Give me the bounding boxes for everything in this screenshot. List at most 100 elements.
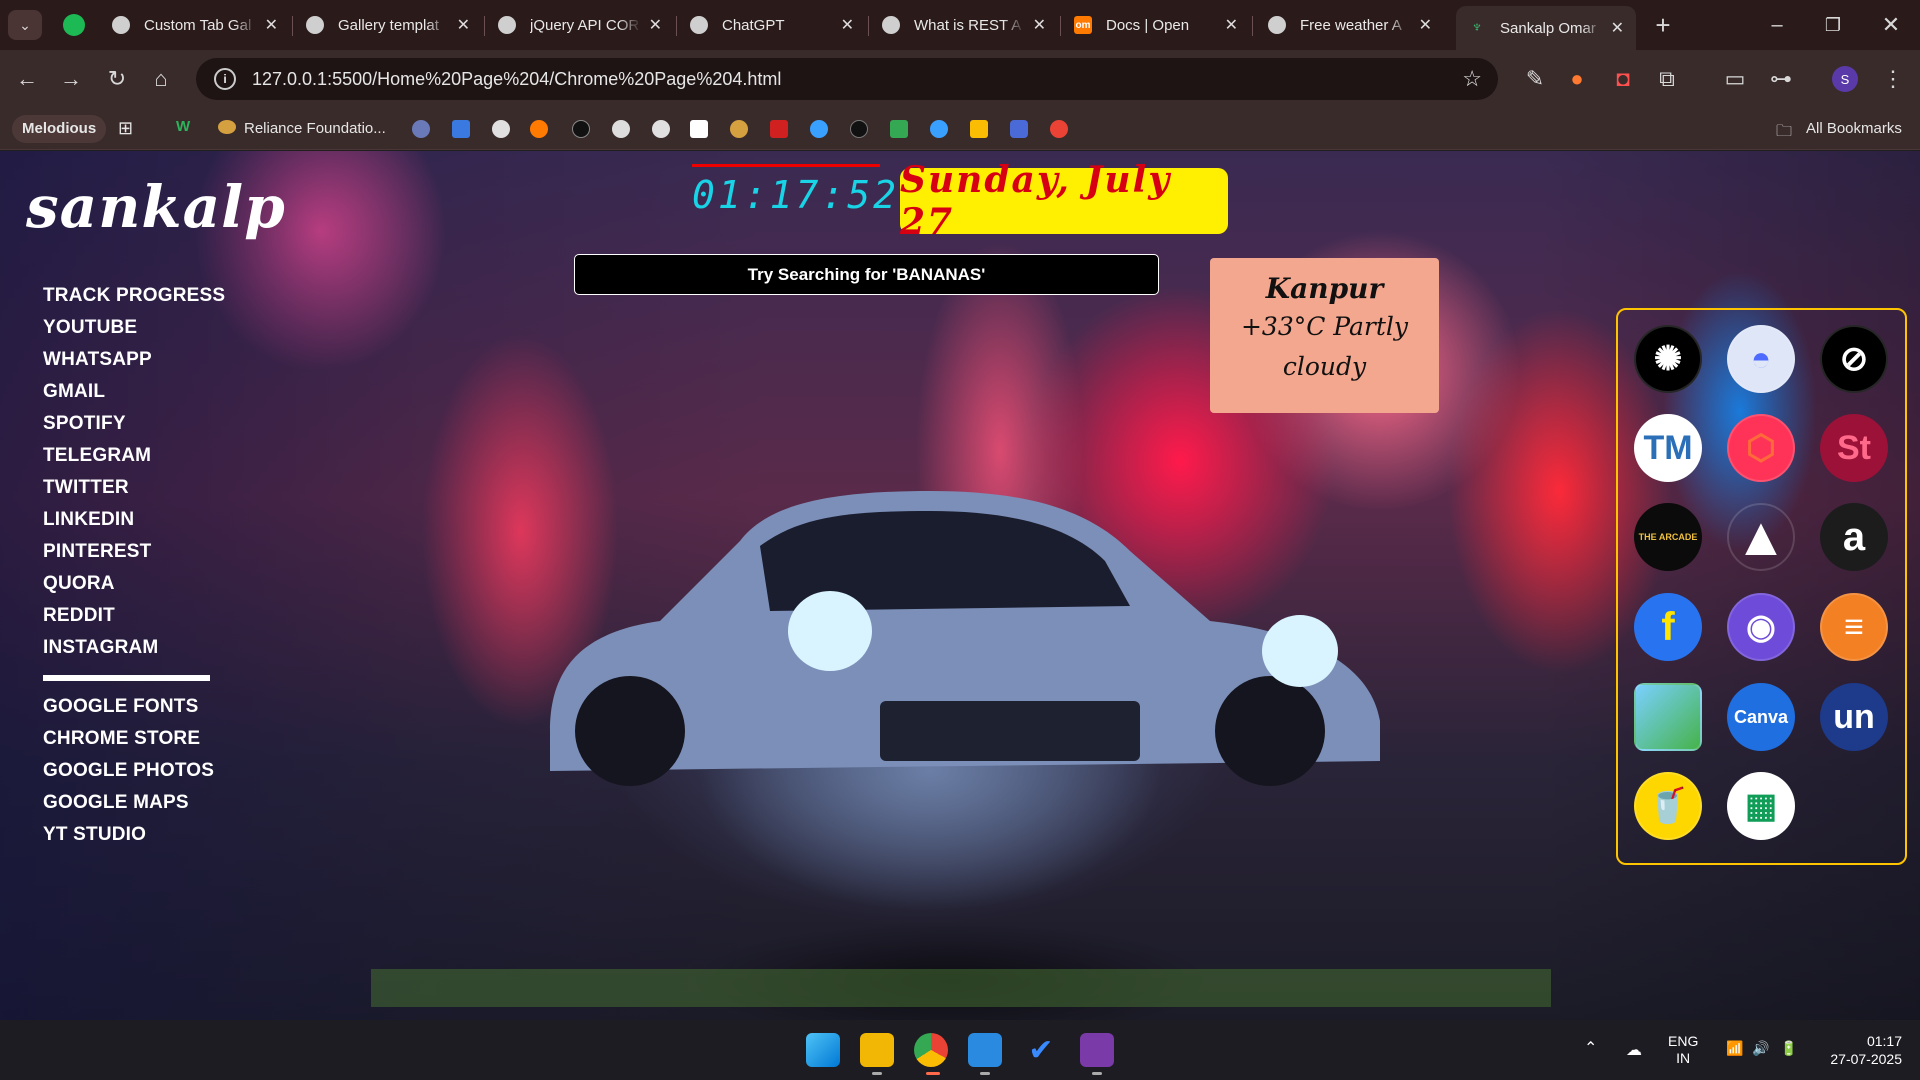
shield-icon[interactable] [1010, 120, 1028, 138]
tab-search-button[interactable]: ⌄ [8, 10, 42, 40]
extension-icon[interactable]: ✎ [1520, 64, 1550, 94]
nav-link[interactable]: SPOTIFY [43, 413, 225, 445]
nav-link[interactable]: LINKEDIN [43, 509, 225, 541]
nav-link[interactable]: GOOGLE FONTS [43, 696, 214, 728]
nav-link[interactable]: WHATSAPP [43, 349, 225, 381]
amazon-icon[interactable]: a [1820, 503, 1888, 571]
language-indicator[interactable]: ENG IN [1668, 1033, 1698, 1067]
spotify-bookmark-icon[interactable] [572, 120, 590, 138]
chrome-icon[interactable] [914, 1033, 948, 1067]
windows-start-icon[interactable] [806, 1033, 840, 1067]
vscode-icon[interactable] [968, 1033, 1002, 1067]
globe-icon[interactable] [652, 120, 670, 138]
typingmaster-icon[interactable]: TM [1634, 414, 1702, 482]
bookmark-icon[interactable] [612, 120, 630, 138]
bookmark-icon[interactable] [810, 120, 828, 138]
google-photos-icon[interactable]: ▣ [1634, 683, 1702, 751]
tab-7[interactable]: Free weather A ✕ [1256, 6, 1444, 44]
wifi-icon[interactable]: 📶 [1726, 1040, 1743, 1057]
deepseek-icon[interactable]: ◓ [1727, 325, 1795, 393]
google-drive-icon[interactable] [970, 120, 988, 138]
site-info-icon[interactable]: i [214, 68, 236, 90]
nav-link[interactable]: YT STUDIO [43, 824, 214, 856]
bookmark-icon[interactable] [412, 120, 430, 138]
github-icon[interactable]: ◉ [1727, 593, 1795, 661]
nav-link[interactable]: INSTAGRAM [43, 637, 225, 669]
tab-3[interactable]: jQuery API COR ✕ [486, 6, 674, 44]
chatgpt-icon[interactable]: ✺ [1634, 325, 1702, 393]
nav-link[interactable]: TWITTER [43, 477, 225, 509]
home-button[interactable]: ⌂ [146, 64, 176, 94]
tab-5[interactable]: What is REST A ✕ [870, 6, 1058, 44]
nav-link[interactable]: GOOGLE PHOTOS [43, 760, 214, 792]
file-explorer-icon[interactable] [860, 1033, 894, 1067]
bookmark-icon[interactable] [730, 120, 748, 138]
tab-6[interactable]: om Docs | Open ✕ [1062, 6, 1250, 44]
nav-link[interactable]: YOUTUBE [43, 317, 225, 349]
close-window-button[interactable]: ✕ [1876, 10, 1906, 40]
nav-link[interactable]: TELEGRAM [43, 445, 225, 477]
bookmark-icon[interactable] [770, 120, 788, 138]
close-icon[interactable]: ✕ [1225, 15, 1238, 35]
minimize-button[interactable]: – [1762, 10, 1792, 40]
onedrive-icon[interactable]: ☁ [1626, 1040, 1642, 1060]
maximize-button[interactable]: ❐ [1818, 10, 1848, 40]
codepen-icon[interactable]: ⬡ [1727, 414, 1795, 482]
clock-area[interactable]: 01:17 27-07-2025 [1816, 1032, 1902, 1068]
close-icon[interactable]: ✕ [457, 15, 470, 35]
address-bar[interactable]: i 127.0.0.1:5500/Home%20Page%204/Chrome%… [196, 58, 1498, 100]
close-icon[interactable]: ✕ [1419, 15, 1432, 35]
star-icon[interactable]: ☆ [1462, 66, 1482, 92]
nav-link[interactable]: CHROME STORE [43, 728, 214, 760]
nav-link[interactable]: TRACK PROGRESS [43, 285, 225, 317]
volume-icon[interactable]: 🔊 [1752, 1040, 1769, 1057]
tab-8[interactable]: ♆ Sankalp Omar ✕ [1456, 6, 1636, 50]
close-icon[interactable]: ✕ [1033, 15, 1046, 35]
tab-1[interactable]: Custom Tab Gal ✕ [100, 6, 290, 44]
chevron-up-icon[interactable]: ⌃ [1584, 1038, 1597, 1058]
google-sheets-icon[interactable]: ▦ [1727, 772, 1795, 840]
onenote-icon[interactable] [1080, 1033, 1114, 1067]
screenshot-extension-icon[interactable]: ◘ [1608, 64, 1638, 94]
profile-avatar[interactable]: S [1832, 66, 1858, 92]
menu-kebab-icon[interactable]: ⋮ [1878, 64, 1908, 94]
puzzle-icon[interactable]: ⧉ [1652, 64, 1682, 94]
bookmark-reliance-foundation[interactable]: Reliance Foundatio... [244, 120, 386, 137]
nav-link[interactable]: GMAIL [43, 381, 225, 413]
reload-button[interactable]: ↻ [102, 64, 132, 94]
nav-link[interactable]: PINTEREST [43, 541, 225, 573]
tab-4[interactable]: ChatGPT ✕ [678, 6, 866, 44]
bookmark-icon[interactable] [452, 120, 470, 138]
spotify-pinned-tab[interactable] [63, 14, 85, 36]
forward-button[interactable]: → [56, 64, 86, 94]
google-drive-icon[interactable] [890, 120, 908, 138]
apps-grid-icon[interactable]: ⊞ [118, 118, 133, 139]
bookmark-icon[interactable] [530, 120, 548, 138]
bookmark-icon[interactable] [850, 120, 868, 138]
perplexity-icon[interactable]: ⊘ [1820, 325, 1888, 393]
todo-check-icon[interactable]: ✔ [1024, 1033, 1058, 1067]
close-icon[interactable]: ✕ [649, 15, 662, 35]
google-drive-icon[interactable]: ▲ [1727, 503, 1795, 571]
nav-link[interactable]: QUORA [43, 573, 225, 605]
tab-2[interactable]: Gallery templat ✕ [294, 6, 482, 44]
back-button[interactable]: ← [12, 64, 42, 94]
canva-icon[interactable]: Canva [1727, 683, 1795, 751]
extension-icon[interactable]: ● [1562, 64, 1592, 94]
close-icon[interactable]: ✕ [841, 15, 854, 35]
battery-icon[interactable]: 🔋 [1780, 1040, 1797, 1057]
new-tab-button[interactable]: + [1648, 10, 1678, 40]
close-icon[interactable]: ✕ [265, 15, 278, 35]
globe-icon[interactable] [492, 120, 510, 138]
tab-search-icon[interactable]: ▭ [1720, 64, 1750, 94]
stack-overflow-icon[interactable]: ≡ [1820, 593, 1888, 661]
the-arcade-icon[interactable]: THE ARCADE [1634, 503, 1702, 571]
link-icon[interactable]: ⊶ [1766, 64, 1796, 94]
bookmark-folder-melodious[interactable]: Melodious [12, 115, 107, 143]
google-icon[interactable] [1050, 120, 1068, 138]
nav-link[interactable]: GOOGLE MAPS [43, 792, 214, 824]
all-bookmarks-button[interactable]: All Bookmarks [1806, 120, 1902, 137]
nav-link[interactable]: REDDIT [43, 605, 225, 637]
flipkart-icon[interactable]: f [1634, 593, 1702, 661]
studytonight-icon[interactable]: St [1820, 414, 1888, 482]
